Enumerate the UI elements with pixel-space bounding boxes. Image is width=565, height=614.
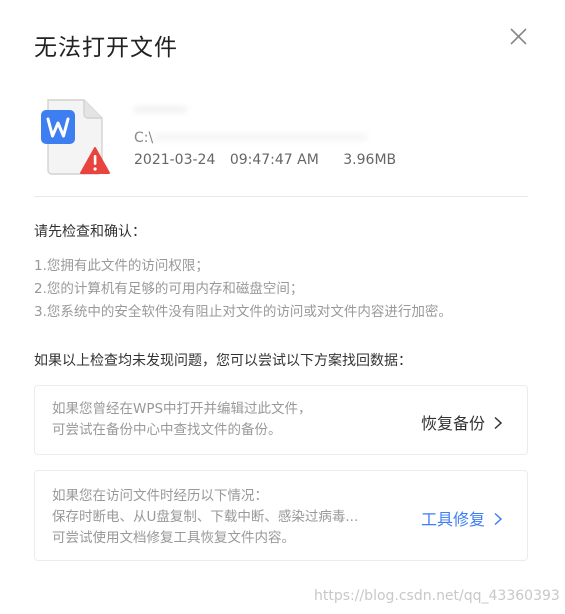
check-item: 3.您系统中的安全软件没有阻止对文件的访问或对文件内容进行加密。 (34, 304, 452, 320)
divider (34, 196, 528, 197)
file-date: 2021-03-24 (134, 152, 216, 168)
repair-tool-card[interactable]: 如果您在访问文件时经历以下情况： 保存时断电、从U盘复制、下载中断、感染过病毒.… (34, 470, 528, 561)
chevron-right-icon (491, 511, 505, 526)
file-path-prefix: C:\ (134, 130, 154, 146)
restore-backup-label: 恢复备份 (420, 414, 485, 433)
repair-tool-button[interactable]: 工具修复 (421, 506, 505, 530)
open-file-error-dialog: 无法打开文件 ··········· C:\··················… (0, 0, 565, 614)
card-line: 如果您曾经在WPS中打开并编辑过此文件， (52, 401, 312, 417)
checks-list: 1.您拥有此文件的访问权限； 2.您的计算机有足够的可用内存和磁盘空间； 3.您… (34, 255, 452, 324)
repair-tool-description: 如果您在访问文件时经历以下情况： 保存时断电、从U盘复制、下载中断、感染过病毒.… (52, 486, 358, 549)
card-line: 保存时断电、从U盘复制、下载中断、感染过病毒... (52, 509, 359, 525)
chevron-right-icon (491, 415, 505, 430)
card-line: 可尝试使用文档修复工具恢复文件内容。 (52, 530, 295, 546)
restore-backup-description: 如果您曾经在WPS中打开并编辑过此文件， 可尝试在备份中心中查找文件的备份。 (52, 399, 312, 441)
file-meta: 2021-03-24 09:47:47 AM 3.96MB (134, 152, 396, 168)
repair-tool-label: 工具修复 (420, 510, 485, 529)
file-time: 09:47:47 AM (229, 152, 319, 168)
card-line: 可尝试在备份中心中查找文件的备份。 (52, 422, 282, 438)
watermark: https://blog.csdn.net/qq_43360393 (314, 588, 560, 604)
restore-backup-card[interactable]: 如果您曾经在WPS中打开并编辑过此文件， 可尝试在备份中心中查找文件的备份。 恢… (34, 385, 528, 455)
file-path: C:\·····································… (134, 130, 516, 146)
card-line: 如果您在访问文件时经历以下情况： (52, 488, 268, 504)
file-path-obscured: ········································… (153, 130, 367, 146)
check-item: 2.您的计算机有足够的可用内存和磁盘空间； (34, 281, 304, 297)
close-icon[interactable] (506, 24, 532, 50)
wps-writer-file-warning-icon (40, 98, 112, 176)
restore-backup-button[interactable]: 恢复备份 (421, 410, 505, 434)
file-size: 3.96MB (343, 152, 397, 168)
file-name: ··········· (134, 101, 187, 119)
recovery-title: 如果以上检查均未发现问题，您可以尝试以下方案找回数据： (34, 353, 412, 369)
checks-title: 请先检查和确认： (34, 224, 146, 240)
check-item: 1.您拥有此文件的访问权限； (34, 258, 209, 274)
dialog-title: 无法打开文件 (34, 35, 178, 61)
